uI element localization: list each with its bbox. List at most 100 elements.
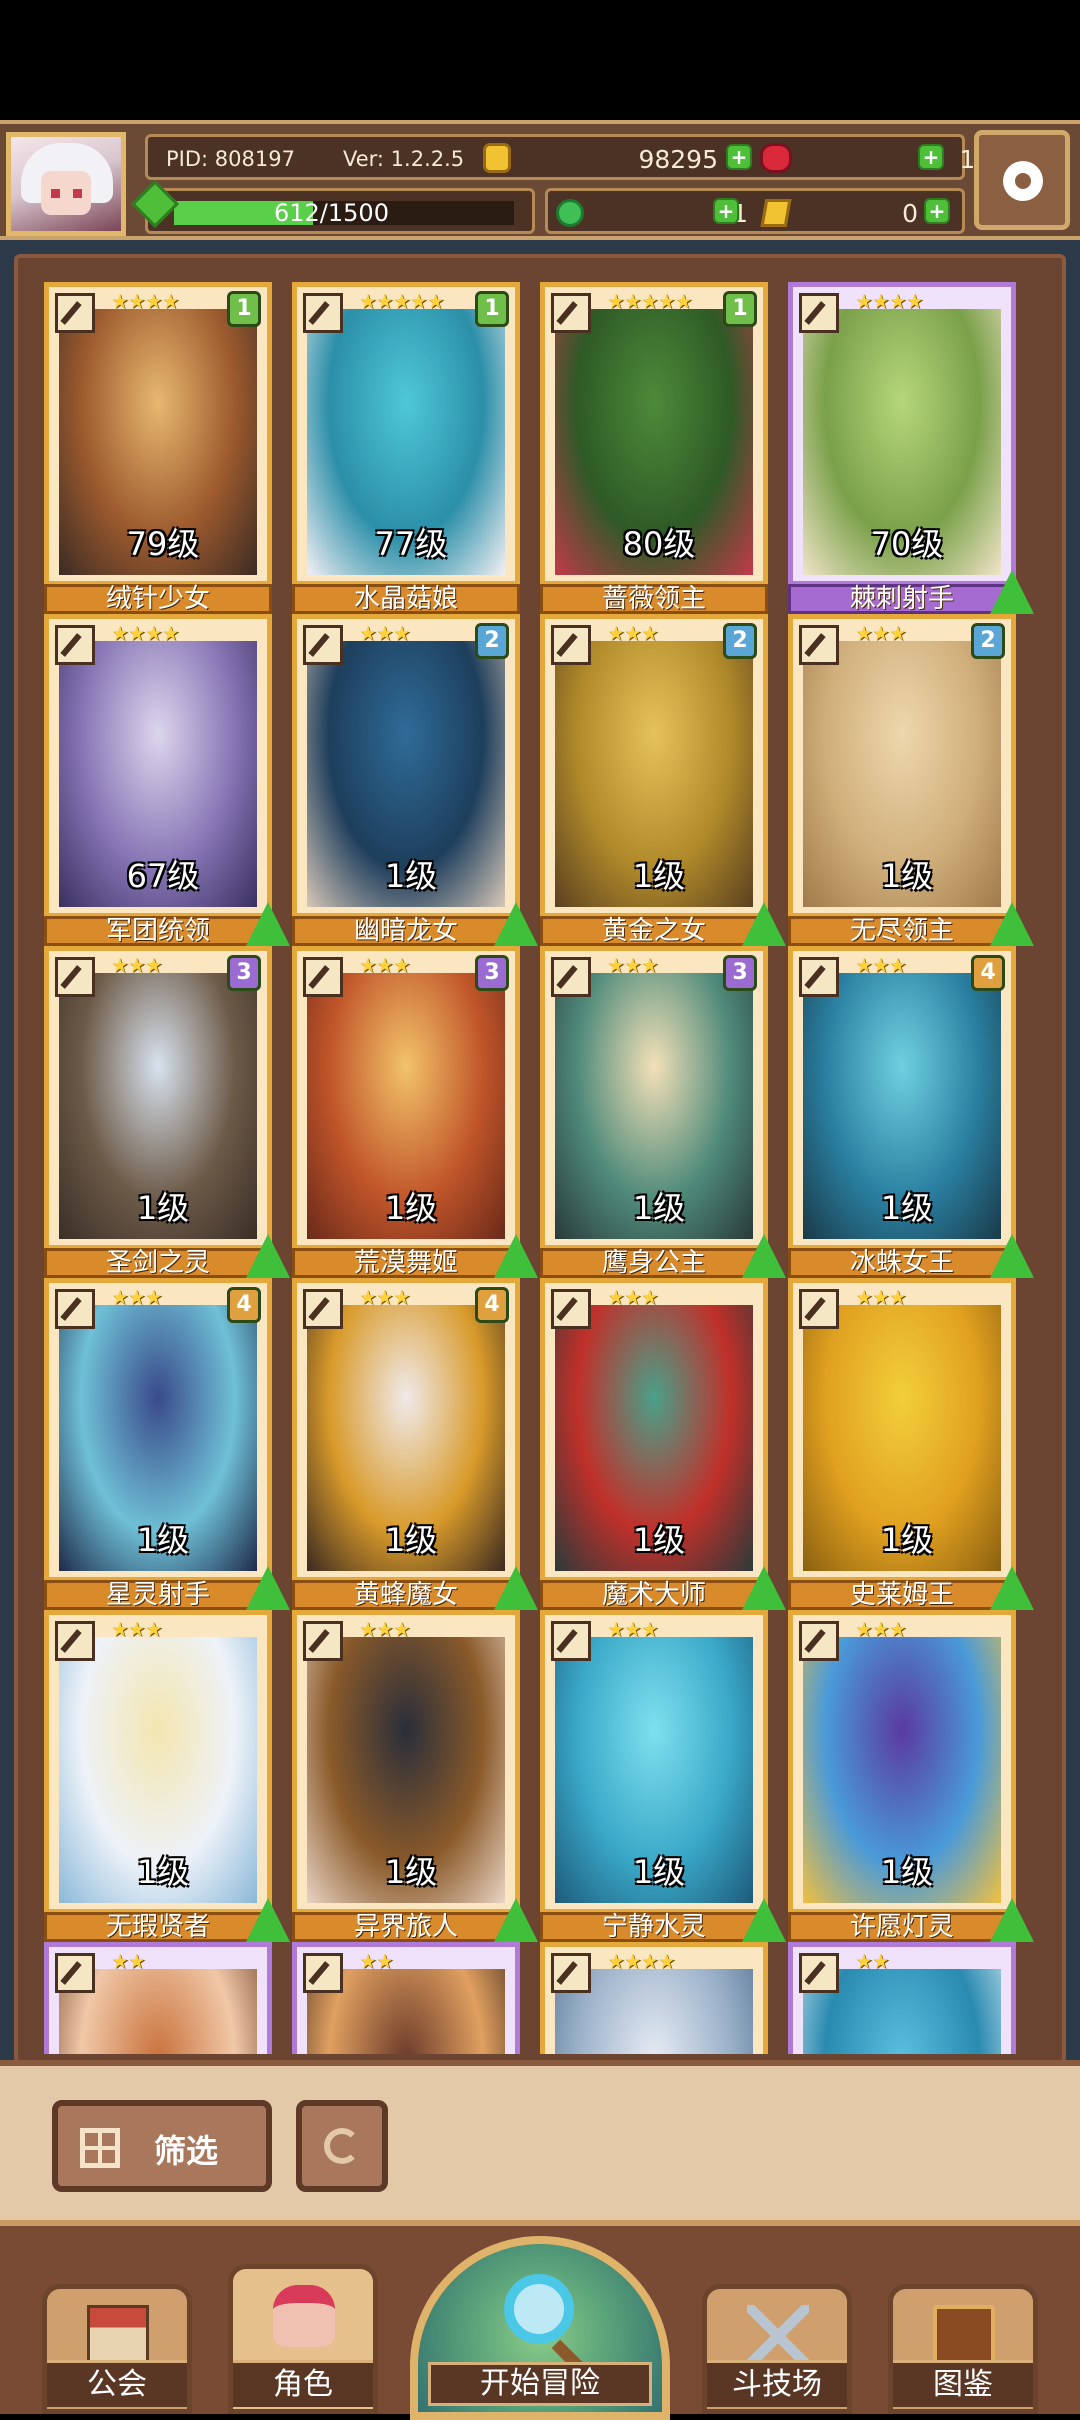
upgrade-arrow-icon bbox=[990, 570, 1034, 614]
player-avatar[interactable] bbox=[6, 132, 126, 236]
class-icon bbox=[303, 1953, 343, 1993]
character-card[interactable]: ★★★★ 70级 棘刺射手 bbox=[788, 282, 1034, 614]
card-frame: ★★ bbox=[292, 1942, 520, 2054]
nav-arena-label: 斗技场 bbox=[707, 2360, 847, 2407]
class-icon bbox=[303, 625, 343, 665]
character-card[interactable]: ★★★ 1级 魔术大师 bbox=[540, 1278, 786, 1610]
rank-badge: 1 bbox=[475, 291, 509, 327]
character-card[interactable]: ★★ bbox=[292, 1942, 520, 2054]
character-card[interactable]: ★★★★ 67级 军团统领 bbox=[44, 614, 290, 946]
card-frame: ★★★ 1级 bbox=[788, 1610, 1016, 1914]
character-card[interactable]: ★★★ 4 1级 冰蛛女王 bbox=[788, 946, 1034, 1278]
nav-characters-label: 角色 bbox=[233, 2360, 373, 2407]
card-frame: ★★★ 1级 bbox=[540, 1610, 768, 1914]
character-card[interactable]: ★★★ 1级 异界旅人 bbox=[292, 1610, 538, 1942]
star-rating: ★★★ bbox=[111, 1285, 163, 1309]
add-keys-button[interactable]: + bbox=[924, 198, 950, 224]
settings-button[interactable] bbox=[974, 130, 1070, 230]
refresh-button[interactable] bbox=[296, 2100, 388, 2192]
character-level: 70级 bbox=[870, 525, 944, 563]
card-frame: ★★★ 2 1级 bbox=[292, 614, 520, 918]
rank-badge: 3 bbox=[227, 955, 261, 991]
character-card[interactable]: ★★★ 2 1级 幽暗龙女 bbox=[292, 614, 538, 946]
character-card[interactable]: ★★★ 1级 史莱姆王 bbox=[788, 1278, 1034, 1610]
character-grid: ★★★★ 1 79级 绒针少女 ★★★★★ 1 77级 水晶菇娘 ★★★★★ 1 80级 蔷薇领主 ★★… bbox=[14, 254, 1066, 2064]
star-rating: ★★★ bbox=[359, 621, 411, 645]
card-frame: ★★★ 4 1级 bbox=[788, 946, 1016, 1250]
character-level: 1级 bbox=[880, 857, 934, 895]
upgrade-arrow-icon bbox=[494, 902, 538, 946]
character-name: 军团统领 bbox=[44, 916, 272, 946]
character-card[interactable]: ★★★ 2 1级 黄金之女 bbox=[540, 614, 786, 946]
crossed-swords-icon bbox=[747, 2305, 809, 2367]
nav-characters[interactable]: 角色 bbox=[228, 2264, 378, 2414]
add-gold-button[interactable]: + bbox=[726, 144, 752, 170]
character-card[interactable]: ★★★ 4 1级 黄蜂魔女 bbox=[292, 1278, 538, 1610]
start-adventure-button[interactable]: 开始冒险 bbox=[410, 2236, 670, 2420]
character-level: 1级 bbox=[384, 1853, 438, 1891]
upgrade-arrow-icon bbox=[494, 1234, 538, 1278]
rank-badge: 1 bbox=[723, 291, 757, 327]
character-card[interactable]: ★★★ 3 1级 荒漠舞姬 bbox=[292, 946, 538, 1278]
character-level: 1级 bbox=[880, 1189, 934, 1227]
class-icon bbox=[799, 293, 839, 333]
filter-button[interactable]: 筛选 bbox=[52, 2100, 272, 2192]
character-card[interactable]: ★★★★ bbox=[540, 1942, 768, 2054]
card-frame: ★★★ 3 1级 bbox=[292, 946, 520, 1250]
character-level: 1级 bbox=[384, 1189, 438, 1227]
star-rating: ★★★ bbox=[855, 1617, 907, 1641]
guild-house-icon bbox=[87, 2305, 149, 2367]
character-card[interactable]: ★★★ 3 1级 鹰身公主 bbox=[540, 946, 786, 1278]
upgrade-arrow-icon bbox=[742, 902, 786, 946]
class-icon bbox=[55, 625, 95, 665]
stamina-value: 612/1500 bbox=[274, 199, 389, 227]
upgrade-arrow-icon bbox=[742, 1566, 786, 1610]
card-frame: ★★★★ 70级 bbox=[788, 282, 1016, 586]
character-card[interactable]: ★★★★ 1 79级 绒针少女 bbox=[44, 282, 272, 614]
character-list-area[interactable]: ★★★★ 1 79级 绒针少女 ★★★★★ 1 77级 水晶菇娘 ★★★★★ 1 80级 蔷薇领主 ★★… bbox=[0, 240, 1080, 2064]
character-card[interactable]: ★★ bbox=[44, 1942, 272, 2054]
bottom-navigation: 公会 角色 开始冒险 斗技场 图鉴 bbox=[0, 2220, 1080, 2420]
nav-guild[interactable]: 公会 bbox=[42, 2284, 192, 2414]
character-name: 黄金之女 bbox=[540, 916, 768, 946]
character-name: 荒漠舞姬 bbox=[292, 1248, 520, 1278]
upgrade-arrow-icon bbox=[990, 1566, 1034, 1610]
character-card[interactable]: ★★★★★ 1 77级 水晶菇娘 bbox=[292, 282, 520, 614]
character-card[interactable]: ★★★ 1级 无瑕贤者 bbox=[44, 1610, 290, 1942]
card-frame: ★★★ 4 1级 bbox=[44, 1278, 272, 1582]
character-card[interactable]: ★★★★★ 1 80级 蔷薇领主 bbox=[540, 282, 768, 614]
nav-arena[interactable]: 斗技场 bbox=[702, 2284, 852, 2414]
add-clover-button[interactable]: + bbox=[713, 198, 739, 224]
magnifier-icon bbox=[504, 2274, 574, 2344]
card-frame: ★★★★ bbox=[540, 1942, 768, 2054]
character-card[interactable]: ★★ bbox=[788, 1942, 1016, 2054]
character-card[interactable]: ★★★ 2 1级 无尽领主 bbox=[788, 614, 1034, 946]
star-rating: ★★★ bbox=[111, 1617, 163, 1641]
nav-codex[interactable]: 图鉴 bbox=[888, 2284, 1038, 2414]
character-name: 无瑕贤者 bbox=[44, 1912, 272, 1942]
card-frame: ★★★★★ 1 80级 bbox=[540, 282, 768, 586]
add-gems-button[interactable]: + bbox=[918, 144, 944, 170]
upgrade-arrow-icon bbox=[990, 1234, 1034, 1278]
character-name: 星灵射手 bbox=[44, 1580, 272, 1610]
upgrade-arrow-icon bbox=[246, 1566, 290, 1610]
character-card[interactable]: ★★★ 1级 宁静水灵 bbox=[540, 1610, 786, 1942]
card-frame: ★★★ 2 1级 bbox=[540, 614, 768, 918]
star-rating: ★★★ bbox=[855, 621, 907, 645]
resource-row-top: PID: 808197 Ver: 1.2.2.5 98295 + 1185 + bbox=[145, 134, 1023, 180]
class-icon bbox=[55, 1953, 95, 1993]
character-level: 1级 bbox=[632, 857, 686, 895]
book-icon bbox=[933, 2305, 995, 2367]
star-rating: ★★★ bbox=[359, 1617, 411, 1641]
star-rating: ★★★ bbox=[607, 953, 659, 977]
star-rating: ★★★★★ bbox=[607, 289, 693, 313]
character-level: 80级 bbox=[622, 525, 696, 563]
character-card[interactable]: ★★★ 4 1级 星灵射手 bbox=[44, 1278, 290, 1610]
gold-amount: 98295 bbox=[638, 145, 718, 174]
class-icon bbox=[303, 957, 343, 997]
nav-guild-label: 公会 bbox=[47, 2360, 187, 2407]
class-icon bbox=[55, 293, 95, 333]
character-card[interactable]: ★★★ 3 1级 圣剑之灵 bbox=[44, 946, 290, 1278]
stamina-icon bbox=[130, 179, 180, 229]
character-card[interactable]: ★★★ 1级 许愿灯灵 bbox=[788, 1610, 1034, 1942]
